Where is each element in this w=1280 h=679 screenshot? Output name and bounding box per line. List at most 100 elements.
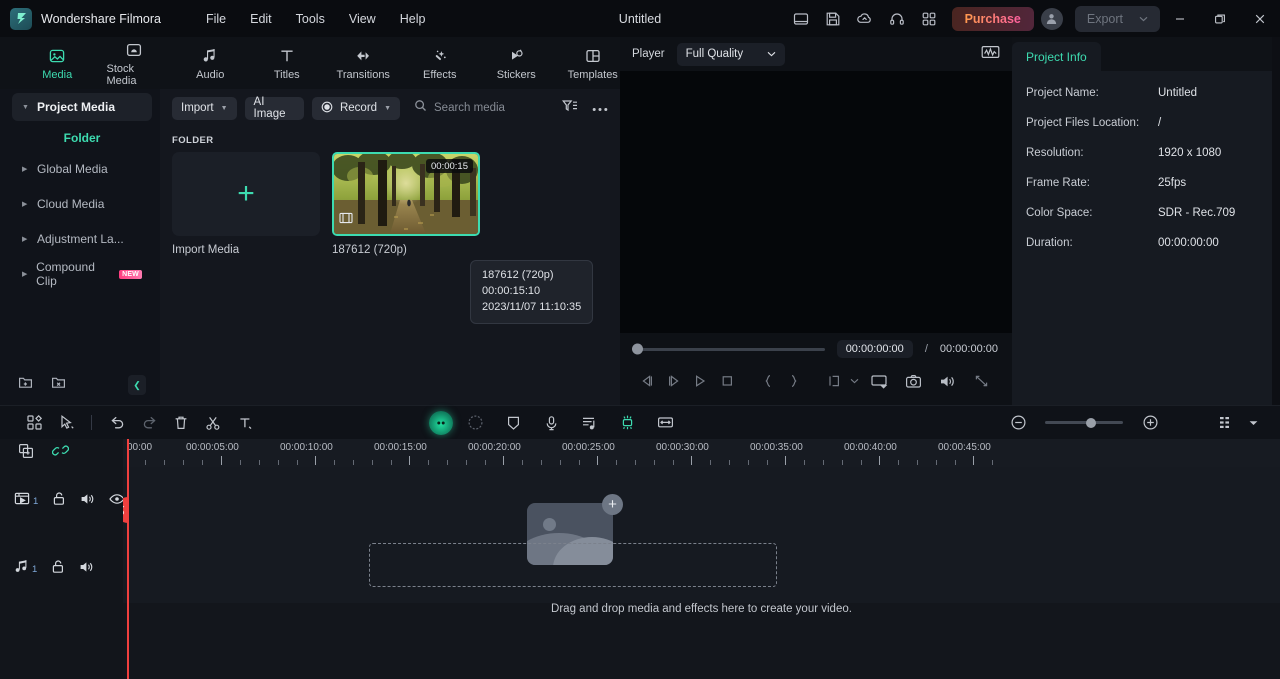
video-track-band[interactable] xyxy=(123,467,1280,535)
search-input[interactable] xyxy=(434,102,554,114)
snapshot-camera-icon[interactable] xyxy=(896,366,930,396)
sidebar-item-cloud-media[interactable]: ▶ Cloud Media xyxy=(12,190,152,218)
current-timecode[interactable]: 00:00:00:00 xyxy=(837,340,913,358)
auto-reframe-icon[interactable] xyxy=(459,409,491,437)
timeline-dropzone[interactable] xyxy=(369,543,777,587)
tab-audio[interactable]: Audio xyxy=(183,46,238,81)
redo-icon[interactable] xyxy=(133,409,165,437)
tab-stock-media[interactable]: Stock Media xyxy=(107,40,162,87)
tab-transitions[interactable]: Transitions xyxy=(336,46,391,81)
sidebar-item-compound-clip[interactable]: ▶ Compound Clip NEW xyxy=(12,260,152,288)
ruler-tick-minor xyxy=(183,460,184,465)
preview-stage[interactable] xyxy=(620,71,1012,333)
timeline-playhead[interactable] xyxy=(127,439,129,679)
tab-project-info[interactable]: Project Info xyxy=(1012,42,1101,71)
apps-grid-icon[interactable] xyxy=(913,4,945,34)
menu-edit[interactable]: Edit xyxy=(239,8,283,30)
zoom-out-icon[interactable] xyxy=(1002,409,1034,437)
next-frame-icon[interactable] xyxy=(661,366,688,396)
stop-icon[interactable] xyxy=(714,366,741,396)
mask-shield-icon[interactable] xyxy=(497,409,529,437)
sidebar-item-global-media[interactable]: ▶ Global Media xyxy=(12,155,152,183)
tab-stickers[interactable]: Stickers xyxy=(489,46,544,81)
import-media-tile[interactable]: + xyxy=(172,152,320,236)
tab-media[interactable]: Media xyxy=(30,46,85,81)
sidebar-folder-label[interactable]: Folder xyxy=(12,131,152,145)
mute-icon[interactable] xyxy=(79,560,94,579)
dropzone-add-icon[interactable]: + xyxy=(602,494,623,515)
playback-scrubber[interactable] xyxy=(634,348,825,351)
export-button[interactable]: Export xyxy=(1075,6,1160,32)
ruler-tick-minor xyxy=(917,460,918,465)
sidebar-item-adjustment-layer[interactable]: ▶ Adjustment La... xyxy=(12,225,152,253)
menu-file[interactable]: File xyxy=(195,8,237,30)
support-headset-icon[interactable] xyxy=(881,4,913,34)
voiceover-mic-icon[interactable] xyxy=(535,409,567,437)
crop-resize-icon[interactable] xyxy=(649,409,681,437)
play-icon[interactable] xyxy=(687,366,714,396)
apps-grid-icon[interactable] xyxy=(18,409,50,437)
purchase-button[interactable]: Purchase xyxy=(952,7,1034,31)
close-button[interactable] xyxy=(1240,0,1280,37)
text-tool-icon[interactable] xyxy=(229,409,261,437)
collapse-panel-icon[interactable]: ❮ xyxy=(128,375,146,395)
audio-waveform-icon[interactable] xyxy=(981,44,1000,65)
track-height-icon[interactable] xyxy=(1209,409,1241,437)
tab-titles[interactable]: Titles xyxy=(260,46,315,81)
scrubber-handle[interactable] xyxy=(632,344,643,355)
delete-trash-icon[interactable] xyxy=(165,409,197,437)
menu-tools[interactable]: Tools xyxy=(285,8,336,30)
quality-select[interactable]: Full Quality xyxy=(677,43,785,66)
menu-help[interactable]: Help xyxy=(389,8,437,30)
zoom-in-icon[interactable] xyxy=(1134,409,1166,437)
split-scissors-icon[interactable] xyxy=(197,409,229,437)
select-cursor-icon[interactable] xyxy=(50,409,82,437)
display-screen-icon[interactable] xyxy=(862,366,896,396)
media-clip-cell[interactable]: 00:00:15 187612 (720p) xyxy=(332,152,480,256)
import-media-cell[interactable]: + Import Media xyxy=(172,152,320,256)
save-icon[interactable] xyxy=(817,4,849,34)
more-options-icon[interactable] xyxy=(592,99,608,117)
lock-icon[interactable] xyxy=(52,491,66,511)
timeline-ruler[interactable]: 00:00 00:00:05:00 00:00:10:00 00:00:15:0… xyxy=(123,439,1280,467)
timeline-zoom-slider[interactable] xyxy=(1045,421,1123,424)
fullscreen-icon[interactable] xyxy=(964,366,998,396)
prev-frame-icon[interactable] xyxy=(634,366,661,396)
import-button[interactable]: Import ▼ xyxy=(172,97,237,120)
avatar[interactable] xyxy=(1041,8,1063,30)
maximize-button[interactable] xyxy=(1200,0,1240,37)
link-clips-icon[interactable] xyxy=(52,443,69,463)
split-icon[interactable] xyxy=(821,366,848,396)
mark-out-icon[interactable] xyxy=(781,366,808,396)
auto-sync-icon[interactable] xyxy=(611,409,643,437)
tab-effects[interactable]: Effects xyxy=(413,46,468,81)
undo-icon[interactable] xyxy=(101,409,133,437)
ruler-tick-major xyxy=(879,456,880,465)
media-clip-thumbnail[interactable]: 00:00:15 xyxy=(332,152,480,236)
tooltip-line-2: 00:00:15:10 xyxy=(482,284,581,300)
zoom-slider-handle[interactable] xyxy=(1086,418,1096,428)
record-button[interactable]: Record ▼ xyxy=(312,97,400,120)
split-dropdown-icon[interactable] xyxy=(848,366,862,396)
cloud-upload-icon[interactable] xyxy=(849,4,881,34)
mute-icon[interactable] xyxy=(80,492,95,511)
minimize-button[interactable] xyxy=(1160,0,1200,37)
timeline-canvas[interactable]: 00:00 00:00:05:00 00:00:10:00 00:00:15:0… xyxy=(123,439,1280,679)
playhead-handle[interactable] xyxy=(123,497,128,523)
new-folder-icon[interactable] xyxy=(18,375,33,395)
ai-copilot-icon[interactable] xyxy=(429,411,453,435)
menu-view[interactable]: View xyxy=(338,8,387,30)
mark-in-icon[interactable] xyxy=(754,366,781,396)
sidebar-item-project-media[interactable]: ▼ Project Media xyxy=(12,93,152,121)
add-track-icon[interactable] xyxy=(18,443,34,464)
audio-beat-icon[interactable] xyxy=(573,409,605,437)
filter-sort-icon[interactable] xyxy=(562,99,578,118)
ai-image-button[interactable]: AI Image xyxy=(245,97,304,120)
search-box[interactable] xyxy=(414,99,554,117)
track-height-dropdown-icon[interactable] xyxy=(1244,409,1262,437)
panel-layout-icon[interactable] xyxy=(785,4,817,34)
volume-icon[interactable] xyxy=(930,366,964,396)
delete-folder-icon[interactable] xyxy=(51,375,66,395)
lock-icon[interactable] xyxy=(51,559,65,579)
tab-templates[interactable]: Templates xyxy=(566,46,621,81)
